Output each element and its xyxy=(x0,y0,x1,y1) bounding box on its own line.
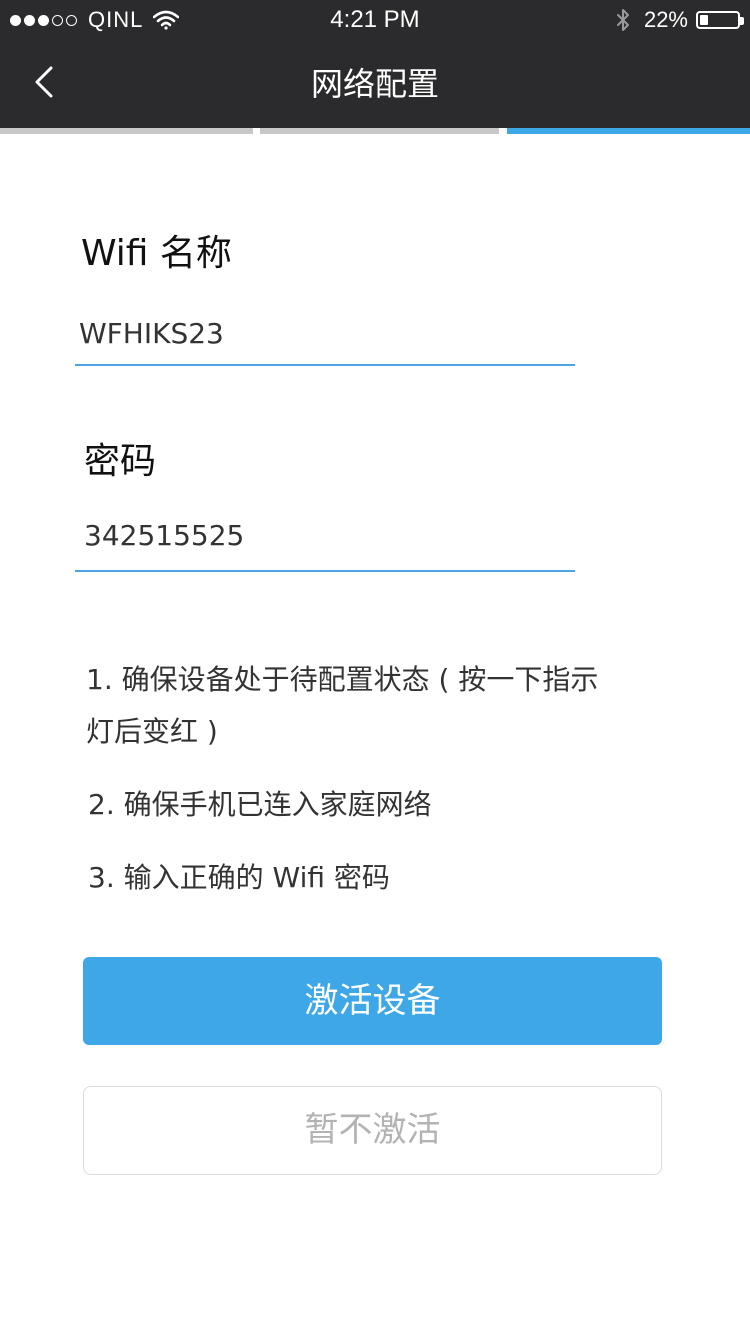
battery-icon xyxy=(696,11,744,29)
status-bar: QINL 4:21 PM 22% xyxy=(0,0,750,40)
wifi-name-label: Wifi 名称 xyxy=(81,233,232,274)
status-right: 22% xyxy=(616,4,744,36)
tip-3: 3. 输入正确的 Wifi 密码 xyxy=(88,861,390,894)
progress-step-3 xyxy=(507,128,750,134)
password-underline xyxy=(75,570,575,572)
tip-2: 2. 确保手机已连入家庭网络 xyxy=(88,788,432,821)
password-label: 密码 xyxy=(84,441,157,482)
wifi-name-underline xyxy=(75,364,575,366)
wifi-name-input[interactable] xyxy=(75,308,574,358)
bluetooth-icon xyxy=(616,9,629,31)
battery-percentage: 22% xyxy=(643,7,688,32)
activate-device-button[interactable]: 激活设备 xyxy=(83,957,662,1045)
tip-1-line-2: 灯后变红 ) xyxy=(86,715,218,748)
tip-1-line-1: 1. 确保设备处于待配置状态 ( 按一下指示 xyxy=(86,663,599,696)
password-input[interactable] xyxy=(80,510,574,560)
step-progress-bar xyxy=(0,128,750,134)
battery-nub xyxy=(740,17,744,25)
progress-step-1 xyxy=(0,128,253,134)
skip-activation-button[interactable]: 暂不激活 xyxy=(83,1086,662,1175)
battery-fill xyxy=(700,15,708,25)
navigation-bar: 网络配置 xyxy=(0,40,750,128)
page-title: 网络配置 xyxy=(310,65,439,103)
progress-step-2 xyxy=(260,128,499,134)
